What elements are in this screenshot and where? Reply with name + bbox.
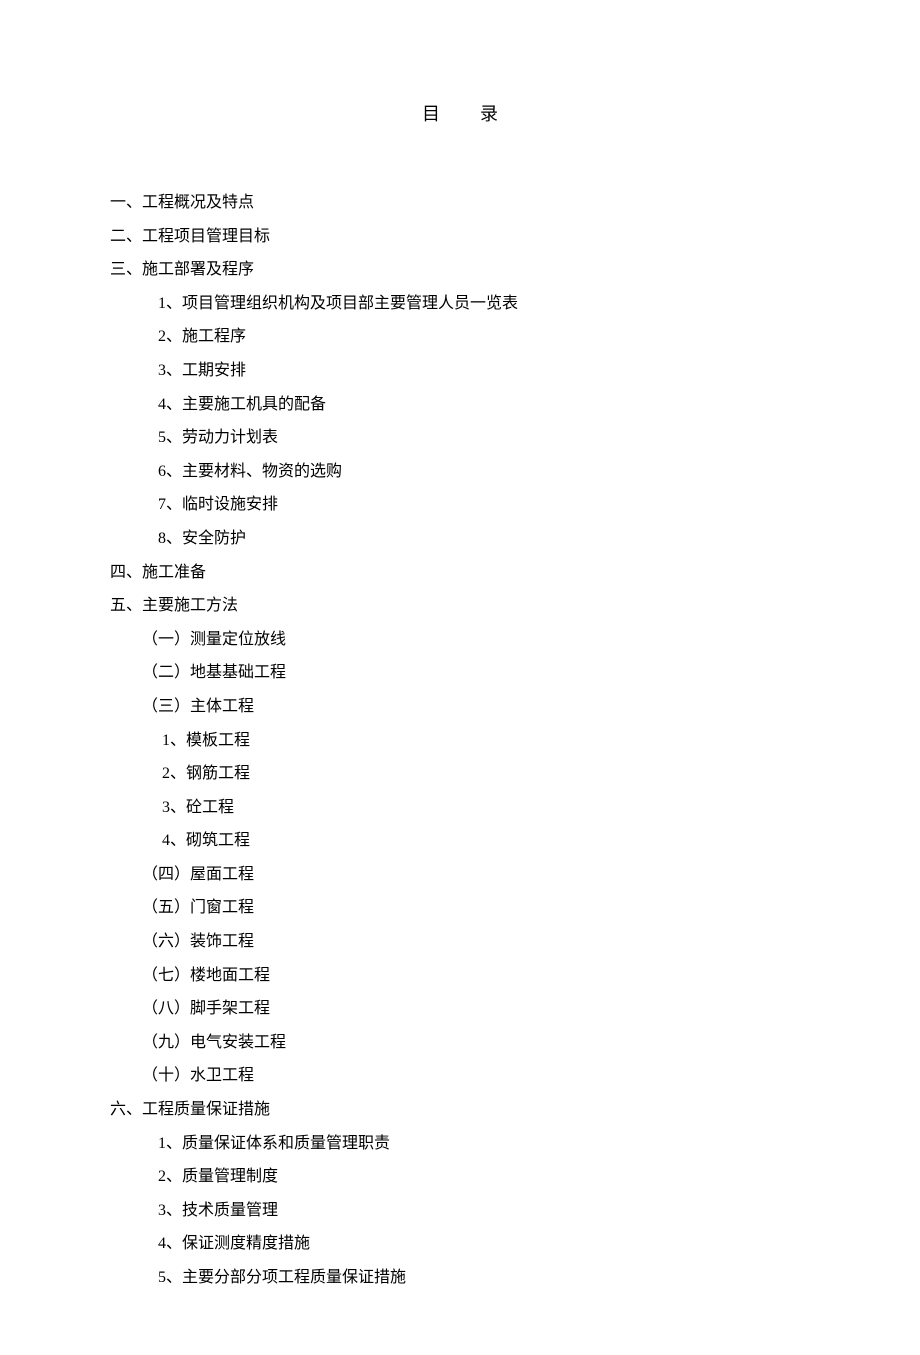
toc-item: 3、技术质量管理 — [158, 1194, 810, 1228]
toc-item: 四、施工准备 — [110, 556, 810, 590]
table-of-contents: 一、工程概况及特点 二、工程项目管理目标 三、施工部署及程序 1、项目管理组织机… — [110, 186, 810, 1295]
toc-item: 三、施工部署及程序 — [110, 253, 810, 287]
toc-item: 4、砌筑工程 — [162, 824, 810, 858]
toc-item: 一、工程概况及特点 — [110, 186, 810, 220]
document-page: 目录 一、工程概况及特点 二、工程项目管理目标 三、施工部署及程序 1、项目管理… — [0, 0, 920, 1355]
toc-item: 4、保证测度精度措施 — [158, 1227, 810, 1261]
toc-item: 5、主要分部分项工程质量保证措施 — [158, 1261, 810, 1295]
toc-item: （八）脚手架工程 — [142, 992, 810, 1026]
toc-item: 1、项目管理组织机构及项目部主要管理人员一览表 — [158, 287, 810, 321]
toc-item: 5、劳动力计划表 — [158, 421, 810, 455]
toc-item: 3、砼工程 — [162, 791, 810, 825]
toc-item: 7、临时设施安排 — [158, 488, 810, 522]
toc-item: 2、钢筋工程 — [162, 757, 810, 791]
toc-item: （九）电气安装工程 — [142, 1026, 810, 1060]
toc-item: 3、工期安排 — [158, 354, 810, 388]
toc-item: （二）地基基础工程 — [142, 656, 810, 690]
page-title: 目录 — [110, 100, 810, 126]
toc-item: 1、模板工程 — [162, 724, 810, 758]
toc-item: 1、质量保证体系和质量管理职责 — [158, 1127, 810, 1161]
toc-item: （十）水卫工程 — [142, 1059, 810, 1093]
toc-item: （四）屋面工程 — [142, 858, 810, 892]
toc-item: （七）楼地面工程 — [142, 959, 810, 993]
toc-item: 2、质量管理制度 — [158, 1160, 810, 1194]
toc-item: 五、主要施工方法 — [110, 589, 810, 623]
toc-item: 6、主要材料、物资的选购 — [158, 455, 810, 489]
toc-item: （六）装饰工程 — [142, 925, 810, 959]
toc-item: （三）主体工程 — [142, 690, 810, 724]
toc-item: 4、主要施工机具的配备 — [158, 388, 810, 422]
toc-item: 2、施工程序 — [158, 320, 810, 354]
toc-item: 8、安全防护 — [158, 522, 810, 556]
toc-item: 六、工程质量保证措施 — [110, 1093, 810, 1127]
toc-item: （五）门窗工程 — [142, 891, 810, 925]
toc-item: （一）测量定位放线 — [142, 623, 810, 657]
toc-item: 二、工程项目管理目标 — [110, 220, 810, 254]
